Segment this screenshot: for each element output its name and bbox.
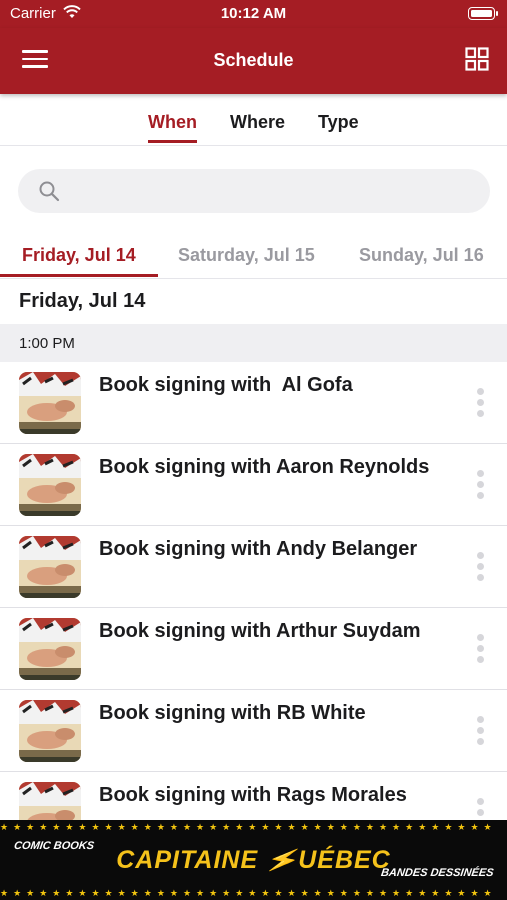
- tab-when[interactable]: When: [148, 112, 197, 143]
- event-thumbnail: [19, 536, 81, 598]
- view-tabs: When Where Type: [0, 94, 507, 146]
- date-heading: Friday, Jul 14: [19, 290, 146, 312]
- search-input[interactable]: [70, 169, 470, 213]
- event-title: Book signing with Rags Morales: [99, 784, 407, 806]
- event-row[interactable]: Book signing with Andy Belanger: [0, 526, 507, 608]
- event-thumbnail: [19, 782, 81, 820]
- more-options-icon[interactable]: [477, 798, 485, 820]
- event-thumbnail: [19, 372, 81, 434]
- more-options-icon[interactable]: [477, 388, 485, 418]
- search-icon: [39, 181, 60, 202]
- event-row[interactable]: Book signing with Rags Morales: [0, 772, 507, 820]
- tab-type[interactable]: Type: [318, 112, 359, 133]
- menu-icon[interactable]: [22, 50, 48, 70]
- day-tabs: Friday, Jul 14 Saturday, Jul 15 Sunday, …: [0, 234, 507, 279]
- event-thumbnail: [19, 618, 81, 680]
- nav-bar: Schedule: [0, 28, 507, 94]
- event-thumbnail: [19, 700, 81, 762]
- event-thumbnail: [19, 454, 81, 516]
- more-options-icon[interactable]: [477, 634, 485, 664]
- day-tab-indicator: [0, 274, 158, 277]
- event-list: Book signing with Al Gofa Book signing w…: [0, 362, 507, 820]
- event-title: Book signing with Arthur Suydam: [99, 620, 421, 642]
- banner-logo-left: CAPITAINE: [116, 846, 267, 874]
- event-title: Book signing with Al Gofa: [99, 374, 353, 396]
- search-bar[interactable]: [18, 169, 490, 213]
- banner-right-text: BANDES DESSINÉES: [379, 867, 494, 879]
- event-row[interactable]: Book signing with Arthur Suydam: [0, 608, 507, 690]
- status-bar: Carrier 10:12 AM: [0, 0, 507, 28]
- page-title: Schedule: [213, 50, 294, 70]
- sponsor-banner[interactable]: ★★★★★★★★★★★★★★★★★★★★★★★★★★★★★★★★★★★★★★ C…: [0, 820, 507, 900]
- battery-tip: [496, 11, 498, 16]
- star-border-icon: ★★★★★★★★★★★★★★★★★★★★★★★★★★★★★★★★★★★★★★: [0, 888, 497, 898]
- banner-logo-right: UÉBEC: [298, 846, 391, 874]
- event-row[interactable]: Book signing with Al Gofa: [0, 362, 507, 444]
- event-row[interactable]: Book signing with RB White: [0, 690, 507, 772]
- time-slot-header: 1:00 PM: [0, 324, 507, 362]
- tab-friday[interactable]: Friday, Jul 14: [22, 245, 136, 266]
- event-title: Book signing with Aaron Reynolds: [99, 456, 430, 478]
- more-options-icon[interactable]: [477, 552, 485, 582]
- event-row[interactable]: Book signing with Aaron Reynolds: [0, 444, 507, 526]
- lightning-bolt-icon: ⚡: [263, 842, 301, 878]
- battery-icon: [468, 7, 495, 20]
- clock: 10:12 AM: [220, 5, 287, 22]
- tab-saturday[interactable]: Saturday, Jul 15: [178, 245, 315, 266]
- time-slot-label: 1:00 PM: [19, 335, 75, 352]
- event-title: Book signing with Andy Belanger: [99, 538, 418, 560]
- more-options-icon[interactable]: [477, 470, 485, 500]
- more-options-icon[interactable]: [477, 716, 485, 746]
- event-title: Book signing with RB White: [99, 702, 366, 724]
- tab-sunday[interactable]: Sunday, Jul 16: [359, 245, 484, 266]
- tab-where[interactable]: Where: [230, 112, 285, 133]
- grid-view-icon[interactable]: [465, 47, 489, 71]
- star-border-icon: ★★★★★★★★★★★★★★★★★★★★★★★★★★★★★★★★★★★★★★: [0, 822, 497, 832]
